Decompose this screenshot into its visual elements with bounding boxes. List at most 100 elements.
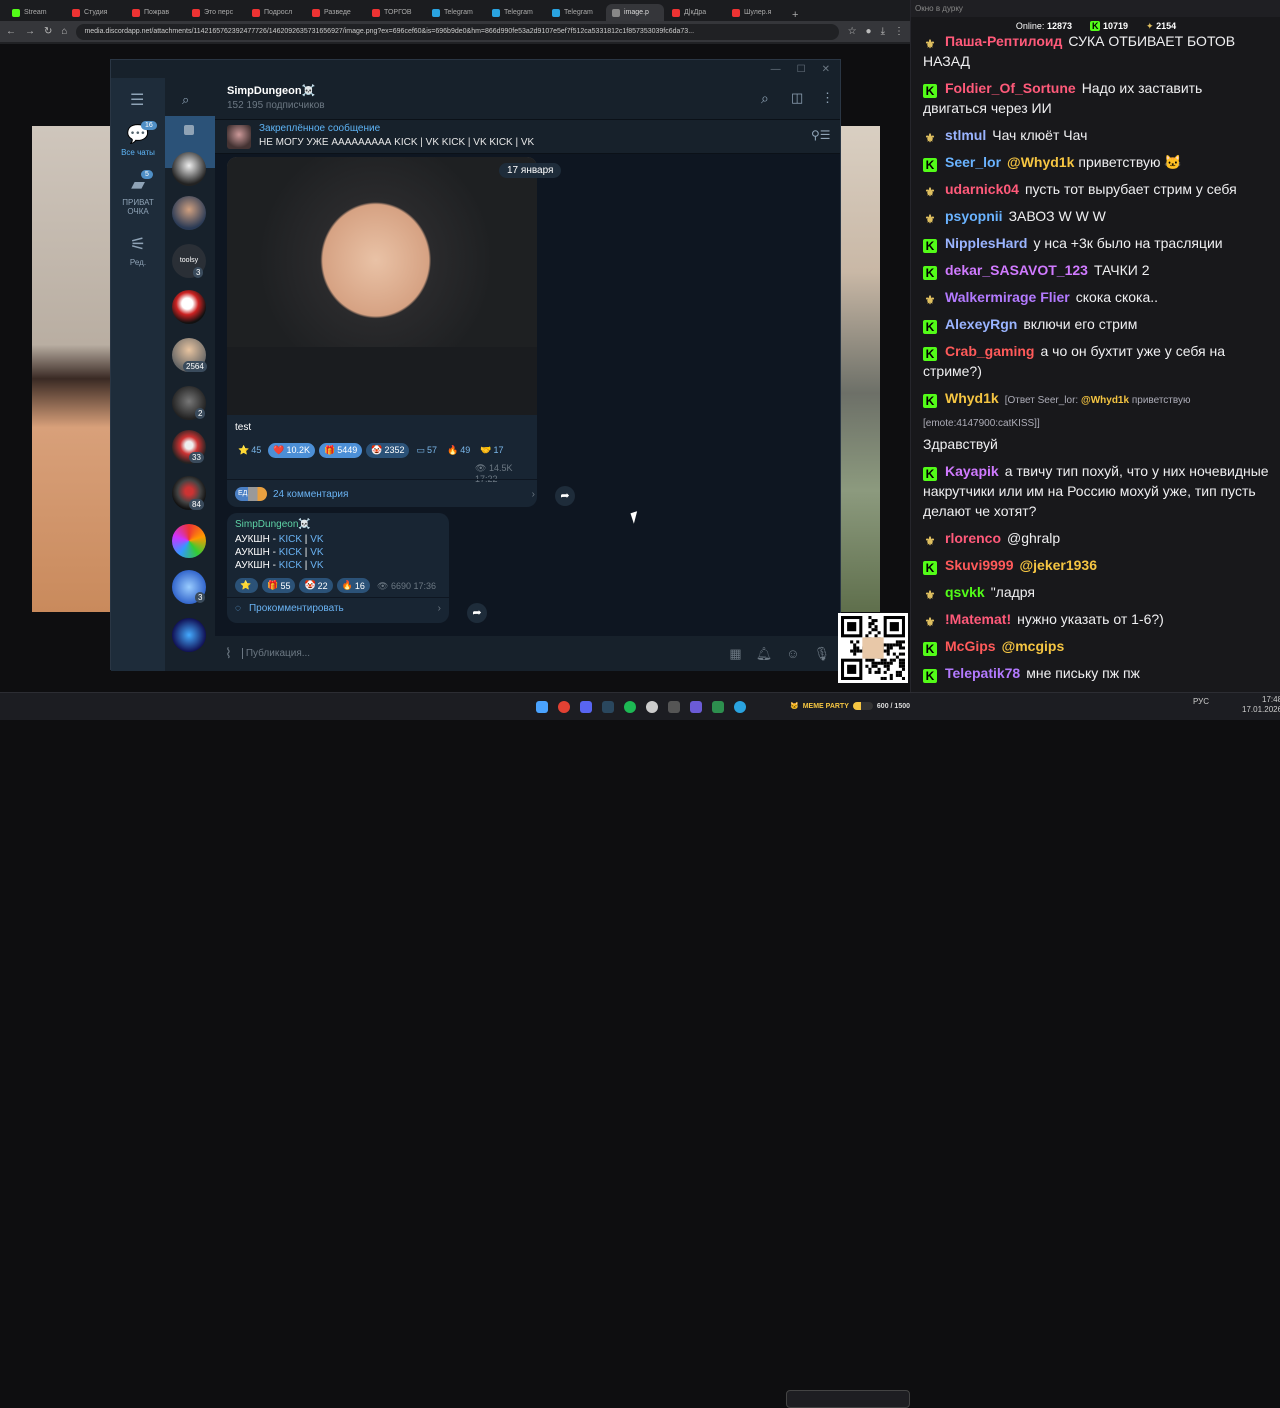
vk-link[interactable]: VK (310, 560, 323, 571)
chat-avatar[interactable] (172, 290, 206, 324)
reaction-chip[interactable]: ⭐ 45 (235, 443, 264, 458)
chat-username[interactable]: McGips (945, 638, 996, 654)
browser-tab[interactable]: Пожрав (126, 4, 184, 21)
folder-private[interactable]: ▰ 5 ПРИВАТ ОЧКА (111, 170, 165, 216)
steam-icon[interactable] (602, 701, 614, 713)
reaction-chip[interactable]: 🎁 5449 (318, 442, 363, 458)
chat-username[interactable]: Foldier_Of_Sortune (945, 80, 1076, 96)
chat-username[interactable]: Skuvi9999 (945, 557, 1014, 573)
download-icon[interactable]: ⤓ (881, 26, 885, 37)
minimize-icon[interactable]: — (771, 64, 781, 75)
chat-avatar[interactable] (172, 618, 206, 652)
browser-tab[interactable]: Шулер.я (726, 4, 784, 21)
emoji-icon[interactable]: ☺ (786, 646, 799, 661)
browser-tab[interactable]: Подросл (246, 4, 304, 21)
saved-icon[interactable] (184, 125, 194, 135)
browser-tab[interactable]: Telegram (486, 4, 544, 21)
spotify-icon[interactable] (624, 701, 636, 713)
chat-username[interactable]: udarnick04 (945, 181, 1019, 197)
comment-button[interactable]: ◌ Прокомментировать › (235, 603, 441, 614)
schedule-icon[interactable]: ▦ (729, 646, 741, 662)
browser-tab[interactable]: Stream (6, 4, 64, 21)
message-input[interactable]: Публикация... (241, 648, 716, 659)
star-icon[interactable]: ☆ (848, 26, 857, 37)
discord-icon[interactable] (580, 701, 592, 713)
chat-username[interactable]: psyopnii (945, 208, 1003, 224)
browser-tab[interactable]: Студия (66, 4, 124, 21)
folder-all-chats[interactable]: 💬 16 Все чаты (111, 121, 165, 157)
url-input[interactable]: media.discordapp.net/attachments/1142165… (76, 23, 839, 40)
forward-icon[interactable]: → (25, 26, 35, 37)
chat-avatar[interactable] (172, 196, 206, 230)
kick-link[interactable]: KICK (279, 534, 302, 545)
menu-icon[interactable]: ⋮ (894, 26, 904, 37)
close-icon[interactable]: ✕ (822, 64, 830, 75)
app-icon[interactable] (690, 701, 702, 713)
chat-username[interactable]: Kayapik (945, 463, 999, 479)
browser-tab[interactable]: Telegram (426, 4, 484, 21)
language-indicator[interactable]: РУС (1193, 697, 1209, 706)
search-icon[interactable]: ⌕ (761, 90, 769, 107)
chat-username[interactable]: dekar_SASAVOT_123 (945, 262, 1088, 278)
back-icon[interactable]: ← (6, 26, 16, 37)
reaction-chip[interactable]: 🤡 2352 (366, 442, 410, 458)
obs-icon[interactable] (646, 701, 658, 713)
bell-icon[interactable]: 🔔︎ (756, 646, 773, 662)
chat-username[interactable]: AlexeyRgn (945, 316, 1017, 332)
reaction-chip[interactable]: 🔥 16 (336, 578, 370, 593)
reaction-chip[interactable]: ❤️ 10.2K (268, 442, 315, 458)
clock[interactable]: 17:48 17.01.2026 (1242, 695, 1280, 715)
attach-icon[interactable]: ⌇ (225, 645, 232, 662)
kick-link[interactable]: KICK (279, 560, 302, 571)
browser-tab[interactable]: image.p (606, 4, 664, 21)
telegram-icon[interactable] (734, 701, 746, 713)
channel-name[interactable]: SimpDungeon☠️ (227, 84, 315, 97)
folder-edit[interactable]: ⚟ Ред. (111, 234, 165, 267)
chat-username[interactable]: Seer_lor (945, 154, 1001, 170)
forward-icon[interactable]: ➦ (467, 603, 487, 623)
reload-icon[interactable]: ↻ (44, 26, 52, 37)
chat-avatar[interactable] (172, 524, 206, 558)
vk-link[interactable]: VK (310, 534, 323, 545)
home-icon[interactable]: ⌂ (61, 26, 67, 37)
chat-username[interactable]: NipplesHard (945, 235, 1027, 251)
start-icon[interactable] (536, 701, 548, 713)
browser-tab[interactable]: Разведе (306, 4, 364, 21)
post-author[interactable]: SimpDungeon☠️ (235, 519, 311, 530)
maximize-icon[interactable]: ☐ (797, 64, 806, 75)
chat-username[interactable]: Walkermirage Flier (945, 289, 1070, 305)
chat-avatar[interactable] (172, 152, 206, 186)
reaction-chip[interactable]: 🎁 55 (262, 578, 296, 593)
browser-tab[interactable]: ТОРГОВ (366, 4, 424, 21)
vk-link[interactable]: VK (310, 547, 323, 558)
app-icon[interactable] (668, 701, 680, 713)
search-icon[interactable]: ⌕ (182, 92, 189, 108)
app-icon[interactable] (712, 701, 724, 713)
chat-username[interactable]: qsvkk (945, 584, 985, 600)
reaction-chip[interactable]: ⭐ (235, 578, 259, 593)
chat-username[interactable]: Telepatik78 (945, 665, 1020, 681)
pin-list-icon[interactable]: ⚲☰ (811, 128, 831, 142)
pinned-message-bar[interactable]: Закреплённое сообщение НЕ МОГУ УЖЕ ААААА… (215, 120, 840, 154)
forward-icon[interactable]: ➦ (555, 486, 575, 506)
new-tab-button[interactable]: + (792, 9, 798, 21)
chat-username[interactable]: stlmul (945, 127, 986, 143)
hamburger-menu-icon[interactable]: ☰ (130, 90, 144, 110)
chat-username[interactable]: Crab_gaming (945, 343, 1034, 359)
kick-link[interactable]: KICK (279, 547, 302, 558)
reaction-chip[interactable]: ▭ 57 (413, 443, 440, 458)
browser-tab[interactable]: Telegram (546, 4, 604, 21)
more-icon[interactable]: ⋮ (821, 90, 834, 106)
chrome-icon[interactable] (558, 701, 570, 713)
comments-button[interactable]: ЕД 24 комментария › (235, 487, 535, 501)
microphone-icon[interactable]: 🎙︎ (813, 646, 830, 662)
chat-username[interactable]: Паша-Рептилоид (945, 33, 1062, 49)
chat-username[interactable]: rlorenco (945, 530, 1001, 546)
chat-username[interactable]: Whyd1k (945, 390, 999, 406)
browser-tab[interactable]: Это перс (186, 4, 244, 21)
chat-username[interactable]: !Matemat! (945, 611, 1011, 627)
reaction-chip[interactable]: 🤡 22 (299, 578, 333, 593)
sidebar-toggle-icon[interactable]: ◫ (791, 90, 803, 106)
reaction-chip[interactable]: 🤝 17 (477, 443, 506, 458)
reaction-chip[interactable]: 🔥 49 (444, 443, 473, 458)
